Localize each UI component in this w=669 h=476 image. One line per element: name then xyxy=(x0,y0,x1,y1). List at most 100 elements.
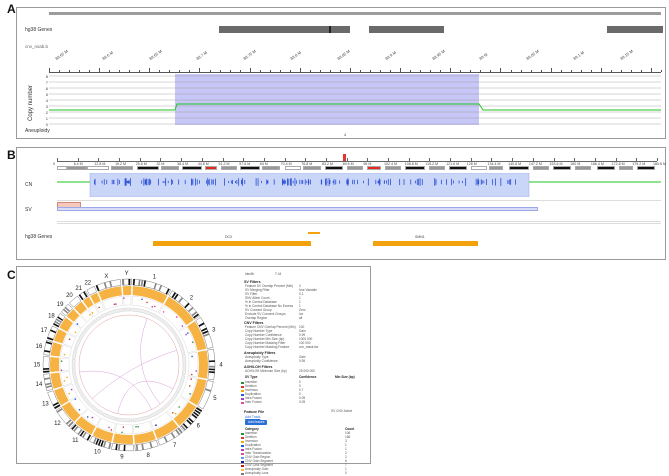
chr-gain-ring xyxy=(50,372,63,389)
chr-inner-ring xyxy=(71,359,76,371)
panel-c-label: C xyxy=(7,268,16,282)
axis-b-tick xyxy=(429,158,430,161)
chr-label-7: 7 xyxy=(173,443,177,449)
chr-label-12: 12 xyxy=(54,421,61,427)
filter-row[interactable]: AOH/LOH Minimum Size (bp) 25 000 000 xyxy=(239,369,367,374)
chr-label-17: 17 xyxy=(41,328,48,334)
cn-bar xyxy=(244,179,246,185)
filter-row[interactable]: Aneuploidy Loss 0 xyxy=(239,471,367,476)
sv-dot xyxy=(60,360,63,362)
cn-bar xyxy=(165,178,167,186)
sv-dot xyxy=(74,331,77,334)
axis-b-tick xyxy=(657,158,658,161)
cn-bar xyxy=(353,179,355,185)
cn-bar xyxy=(378,180,380,184)
sv-dot xyxy=(151,306,154,308)
axis-a-tick xyxy=(169,70,170,72)
axis-a-tick xyxy=(380,70,381,72)
filter-value: 0 xyxy=(345,471,347,475)
filter-row[interactable]: Copy Number Masking Feature cnv_mask.bw xyxy=(239,345,367,350)
sv-dot xyxy=(175,316,178,318)
axis-a-tick xyxy=(269,70,271,72)
chr-inner-ring xyxy=(74,382,83,395)
sv-dot xyxy=(141,298,143,301)
cn-bar xyxy=(480,179,482,185)
axis-a-tick-label: 88.7 M xyxy=(195,49,209,61)
axis-a-tick-label: 88.9 M xyxy=(383,49,397,61)
axis-a-tick xyxy=(199,68,200,72)
axis-b-tick xyxy=(243,158,244,161)
cn-bar xyxy=(495,178,496,186)
chr-label-5: 5 xyxy=(213,396,217,402)
axis-a-tick xyxy=(530,70,532,72)
axis-a-tick-label: 89.05 M xyxy=(524,48,540,61)
chr-label-Y: Y xyxy=(125,271,129,277)
cn-bar xyxy=(125,178,127,186)
copy-number-plot xyxy=(49,74,661,125)
sv-dot xyxy=(66,376,68,379)
cn-bar xyxy=(306,180,308,184)
cn-bar xyxy=(390,178,391,186)
cn-bar xyxy=(162,180,164,184)
cn-bar xyxy=(446,179,447,185)
filter-row[interactable]: Inter Fusion 0.05 xyxy=(239,400,367,405)
sv-dot xyxy=(91,312,94,314)
cn-bar xyxy=(434,178,436,186)
y-tick-a: 6 xyxy=(45,86,48,91)
sv-bar-long[interactable] xyxy=(57,207,538,211)
cn-bar xyxy=(178,179,180,185)
cn-bar xyxy=(141,180,143,184)
sv-dot xyxy=(181,325,184,327)
chr-inner-ring xyxy=(78,330,87,340)
chr-label-4: 4 xyxy=(219,362,223,368)
chr-inner-ring xyxy=(124,307,131,312)
axis-a-tick xyxy=(480,70,481,72)
sv-track-label: SV xyxy=(25,207,32,213)
add-track-link[interactable]: Add Track xyxy=(245,415,260,419)
cn-bar xyxy=(255,178,257,186)
panel-a-scrollbar[interactable] xyxy=(49,12,661,15)
ideogram-band xyxy=(87,166,109,170)
inner-circle xyxy=(78,314,180,416)
chr-track-ring xyxy=(60,371,73,387)
chr-ideogram-9 xyxy=(111,443,134,452)
cn-bar xyxy=(333,179,335,185)
cn-bar xyxy=(267,180,269,184)
gene-block-3[interactable] xyxy=(607,26,663,33)
chr-track-ring xyxy=(60,344,72,358)
filter-row[interactable]: Aneuploidy Confidence 0.95 xyxy=(239,359,367,364)
chr-label-14: 14 xyxy=(36,382,43,388)
axis-a-tick xyxy=(129,70,130,72)
panel-c: 1 2 3 4 5 6 7 8 9 10 11 12 13 14 15 16 17 18 19 20 21 22 X Y id… xyxy=(16,266,371,475)
position-marker[interactable] xyxy=(343,154,346,161)
gene-block-2[interactable] xyxy=(369,26,444,33)
axis-a-tick xyxy=(69,70,70,72)
sv-dot xyxy=(113,303,116,306)
axis-b-tick xyxy=(160,158,161,161)
cn-bar xyxy=(515,179,516,185)
sv-dot xyxy=(185,333,187,336)
cn-bar xyxy=(129,178,131,186)
chr-label-22: 22 xyxy=(84,281,91,287)
axis-a-tick xyxy=(239,70,241,72)
cn-bar xyxy=(284,179,286,185)
cn-bar xyxy=(367,178,369,186)
chr-label-16: 16 xyxy=(36,344,43,350)
sv-dot xyxy=(76,323,79,325)
add-feature-button[interactable]: Add feature xyxy=(245,420,268,425)
axis-a-tick xyxy=(259,70,261,72)
sv-dot xyxy=(74,398,77,400)
cn-bar xyxy=(492,179,494,185)
cn-bar xyxy=(257,178,259,186)
ideogram-band xyxy=(67,166,87,170)
gene-smn1[interactable] xyxy=(373,241,478,246)
cn-bar xyxy=(435,178,437,186)
cn-bar xyxy=(462,180,463,184)
axis-b-tick xyxy=(532,158,534,161)
gene-dcx[interactable] xyxy=(153,241,311,246)
axis-a-tick xyxy=(349,68,351,72)
cn-bar xyxy=(228,180,230,184)
circos-plot: 12345678910111213141516171819202122X Y xyxy=(34,271,224,461)
cn-bar xyxy=(296,180,298,184)
sv-dot xyxy=(89,313,91,316)
